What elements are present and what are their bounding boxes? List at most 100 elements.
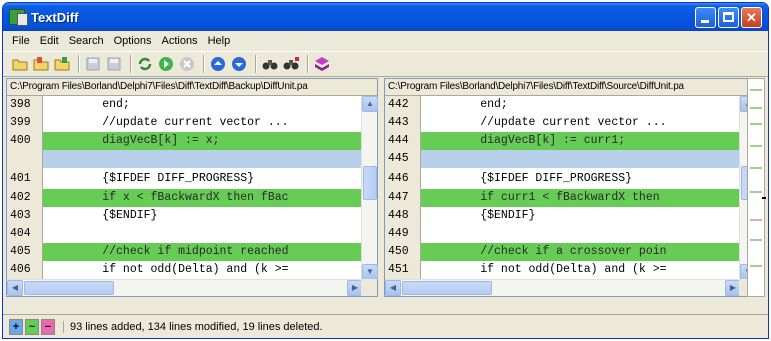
code-line[interactable]: 406 if not odd(Delta) and (k >= (7, 261, 363, 279)
line-number: 405 (7, 243, 43, 261)
right-lines[interactable]: 442 end; 443 //update current vector ... 4… (385, 96, 741, 280)
overview-marker (750, 219, 762, 221)
find-button[interactable] (261, 55, 279, 73)
left-lines[interactable]: 398 end; 399 //update current vector ... 4… (7, 96, 363, 280)
code-line[interactable]: 400 diagVecB[k] := x; (7, 132, 363, 150)
line-number: 450 (385, 243, 421, 261)
left-file-path: C:\Program Files\Borland\Delphi7\Files\D… (7, 79, 377, 96)
code-line[interactable]: 446 {$IFDEF DIFF_PROGRESS} (385, 168, 741, 189)
code-text[interactable]: if x < fBackwardX then fBac (43, 189, 363, 207)
code-line[interactable]: 399 //update current vector ... (7, 114, 363, 132)
added-legend: + (9, 318, 23, 335)
menu-actions[interactable]: Actions (156, 35, 202, 47)
code-line[interactable]: 403 {$ENDIF} (7, 207, 363, 225)
minimize-button[interactable] (695, 6, 716, 28)
right-pane: C:\Program Files\Borland\Delphi7\Files\D… (384, 78, 756, 297)
line-number: 449 (385, 225, 421, 243)
line-number: 404 (7, 225, 43, 243)
code-text[interactable]: {$ENDIF} (43, 207, 363, 225)
maximize-button[interactable] (718, 6, 739, 28)
menu-edit[interactable]: Edit (35, 35, 64, 47)
code-line[interactable]: 401 {$IFDEF DIFF_PROGRESS} (7, 168, 363, 189)
next-diff-button[interactable] (230, 55, 248, 73)
toolbar-separator (78, 55, 80, 73)
code-line[interactable]: 449 (385, 225, 741, 243)
scroll-left-icon[interactable]: ◀ (7, 280, 23, 296)
code-text[interactable]: if not odd(Delta) and (k >= (43, 261, 363, 279)
code-line[interactable]: 404 (7, 225, 363, 243)
overview-marker (750, 107, 762, 109)
scroll-down-icon[interactable]: ▼ (362, 264, 378, 280)
left-horizontal-scrollbar[interactable]: ◀ ▶ (7, 279, 363, 296)
refresh-button[interactable] (136, 55, 154, 73)
code-line[interactable]: 451 if not odd(Delta) and (k >= (385, 261, 741, 279)
code-line[interactable]: 447 if curr1 < fBackwardX then (385, 189, 741, 207)
overview-marker (750, 145, 762, 147)
overview-current-marker (762, 197, 766, 199)
menu-search[interactable]: Search (64, 35, 109, 47)
close-button[interactable]: ✕ (741, 6, 762, 28)
code-line[interactable]: 443 //update current vector ... (385, 114, 741, 132)
find-next-button[interactable] (282, 55, 300, 73)
scroll-thumb[interactable] (363, 166, 377, 200)
save-right-icon (107, 57, 121, 71)
cancel-button[interactable] (178, 55, 196, 73)
code-text[interactable]: {$IFDEF DIFF_PROGRESS} (43, 168, 363, 189)
menu-options[interactable]: Options (109, 35, 157, 47)
scroll-left-icon[interactable]: ◀ (385, 280, 401, 296)
code-line[interactable]: 402 if x < fBackwardX then fBac (7, 189, 363, 207)
overview-marker (750, 123, 762, 125)
toolbar-separator (130, 55, 132, 73)
code-text[interactable]: {$IFDEF DIFF_PROGRESS} (421, 168, 741, 189)
modified-legend: ~ (25, 318, 39, 335)
line-number: 402 (7, 189, 43, 207)
code-line[interactable]: 445 (385, 150, 741, 168)
left-pane: C:\Program Files\Borland\Delphi7\Files\D… (6, 78, 378, 297)
code-text[interactable]: {$ENDIF} (421, 207, 741, 225)
save-right-button[interactable] (105, 55, 123, 73)
close-icon: ✕ (746, 9, 757, 25)
code-text[interactable] (43, 150, 363, 168)
open-folder-button[interactable] (11, 55, 29, 73)
next-diff-icon (232, 57, 246, 71)
scroll-thumb[interactable] (24, 281, 114, 295)
code-text[interactable]: diagVecB[k] := curr1; (421, 132, 741, 150)
code-text[interactable]: //update current vector ... (43, 114, 363, 132)
prev-diff-button[interactable] (209, 55, 227, 73)
right-horizontal-scrollbar[interactable]: ◀ ▶ (385, 279, 741, 296)
go-button[interactable] (157, 55, 175, 73)
code-text[interactable]: if not odd(Delta) and (k >= (421, 261, 741, 279)
code-text[interactable]: //check if midpoint reached (43, 243, 363, 261)
menu-file[interactable]: File (7, 35, 35, 47)
code-line[interactable]: 398 end; (7, 96, 363, 114)
line-number: 401 (7, 168, 43, 189)
diff-overview-bar[interactable] (747, 78, 766, 297)
code-text[interactable] (421, 150, 741, 168)
code-line[interactable]: 405 //check if midpoint reached (7, 243, 363, 261)
code-text[interactable]: diagVecB[k] := x; (43, 132, 363, 150)
scroll-thumb[interactable] (402, 281, 492, 295)
left-vertical-scrollbar[interactable]: ▲ ▼ (361, 96, 378, 280)
diff-options-button[interactable] (313, 55, 331, 73)
code-line[interactable]: 450 //check if a crossover poin (385, 243, 741, 261)
code-line[interactable]: 442 end; (385, 96, 741, 114)
code-text[interactable]: //check if a crossover poin (421, 243, 741, 261)
code-text[interactable]: end; (421, 96, 741, 114)
open-right-button[interactable] (53, 55, 71, 73)
title-bar[interactable]: TextDiff ✕ (3, 3, 768, 31)
line-number: 442 (385, 96, 421, 114)
code-text[interactable]: end; (43, 96, 363, 114)
code-line[interactable]: 444 diagVecB[k] := curr1; (385, 132, 741, 150)
code-line[interactable]: 448 {$ENDIF} (385, 207, 741, 225)
code-text[interactable]: //update current vector ... (421, 114, 741, 132)
code-text[interactable] (43, 225, 363, 243)
line-number: 406 (7, 261, 43, 279)
maximize-icon (723, 11, 734, 22)
menu-help[interactable]: Help (203, 35, 236, 47)
code-text[interactable]: if curr1 < fBackwardX then (421, 189, 741, 207)
scroll-up-icon[interactable]: ▲ (362, 96, 378, 112)
code-line[interactable] (7, 150, 363, 168)
open-left-button[interactable] (32, 55, 50, 73)
code-text[interactable] (421, 225, 741, 243)
save-left-button[interactable] (84, 55, 102, 73)
